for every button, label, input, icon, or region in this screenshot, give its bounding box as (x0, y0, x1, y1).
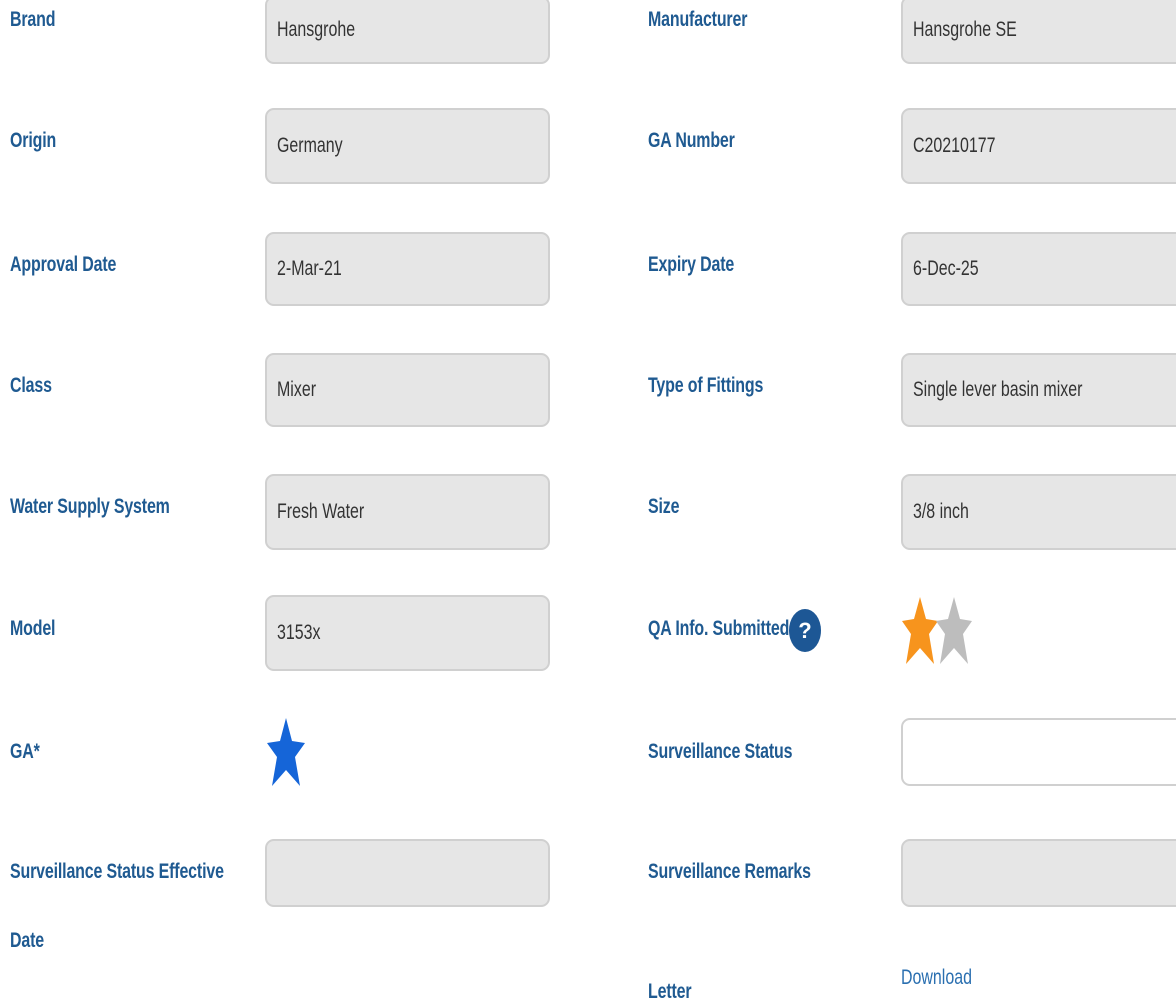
qa-rating (902, 597, 972, 664)
size-field[interactable]: 3/8 inch (901, 474, 1176, 550)
ga-number-value: C20210177 (913, 134, 996, 157)
model-value: 3153x (277, 621, 321, 644)
water-supply-system-label: Water Supply System (10, 495, 170, 518)
qa-info-submitted-label: QA Info. Submitted (648, 617, 790, 640)
class-value: Mixer (277, 378, 317, 401)
class-label: Class (10, 374, 52, 397)
approval-date-field[interactable]: 2-Mar-21 (265, 232, 550, 306)
surveillance-remarks-label: Surveillance Remarks (648, 860, 811, 883)
surveillance-status-effective-label: Surveillance Status Effective (10, 860, 224, 883)
surveillance-remarks-field[interactable] (901, 839, 1176, 907)
brand-field[interactable]: Hansgrohe (265, 0, 550, 64)
surveillance-status-effective-label-line2: Date (10, 929, 44, 952)
expiry-date-label: Expiry Date (648, 253, 735, 276)
manufacturer-label: Manufacturer (648, 8, 748, 31)
surveillance-status-effective-date-field[interactable] (265, 839, 550, 907)
class-field[interactable]: Mixer (265, 353, 550, 427)
expiry-date-value: 6-Dec-25 (913, 257, 979, 280)
ga-number-field[interactable]: C20210177 (901, 108, 1176, 184)
origin-value: Germany (277, 134, 343, 157)
expiry-date-field[interactable]: 6-Dec-25 (901, 232, 1176, 306)
brand-label: Brand (10, 8, 56, 31)
type-of-fittings-label: Type of Fittings (648, 374, 764, 397)
surveillance-status-field[interactable] (901, 718, 1176, 786)
surveillance-status-label: Surveillance Status (648, 740, 793, 763)
water-supply-system-field[interactable]: Fresh Water (265, 474, 550, 550)
star-gray-icon (936, 597, 972, 664)
manufacturer-field[interactable]: Hansgrohe SE (901, 0, 1176, 64)
type-of-fittings-field[interactable]: Single lever basin mixer (901, 353, 1176, 427)
brand-value: Hansgrohe (277, 18, 356, 41)
water-supply-system-value: Fresh Water (277, 500, 365, 523)
download-link[interactable]: Download (901, 966, 972, 990)
ga-label: GA* (10, 740, 40, 763)
star-blue-icon (267, 718, 305, 786)
ga-number-label: GA Number (648, 129, 735, 152)
model-label: Model (10, 617, 56, 640)
approval-date-label: Approval Date (10, 253, 117, 276)
approval-date-value: 2-Mar-21 (277, 257, 342, 280)
letter-label: Letter (648, 980, 692, 1003)
size-value: 3/8 inch (913, 500, 969, 523)
manufacturer-value: Hansgrohe SE (913, 18, 1017, 41)
type-of-fittings-value: Single lever basin mixer (913, 378, 1083, 401)
origin-label: Origin (10, 129, 57, 152)
star-orange-icon (902, 597, 938, 664)
size-label: Size (648, 495, 680, 518)
model-field[interactable]: 3153x (265, 595, 550, 671)
origin-field[interactable]: Germany (265, 108, 550, 184)
help-icon[interactable]: ? (789, 609, 821, 652)
